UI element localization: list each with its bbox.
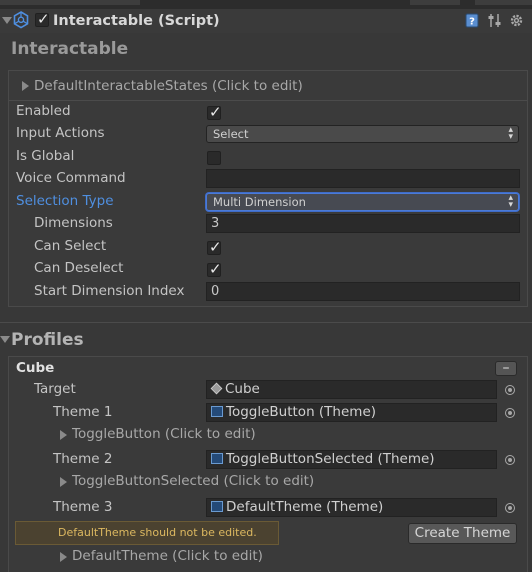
top-strip-segment	[0, 0, 140, 5]
start-dimension-input[interactable]: 0	[206, 282, 520, 301]
profiles-foldout-arrow-icon[interactable]	[0, 336, 10, 343]
object-picker-icon[interactable]	[505, 385, 515, 395]
top-strip-segment	[475, 0, 532, 5]
theme-1-value: ToggleButton (Theme)	[226, 404, 377, 420]
component-title: Interactable (Script)	[53, 13, 220, 29]
input-actions-dropdown[interactable]: Select ▴ ▾	[206, 125, 519, 143]
script-icon	[13, 11, 29, 29]
remove-profile-button[interactable]: –	[495, 361, 517, 376]
theme-3-foldout-arrow-icon[interactable]	[60, 552, 67, 562]
theme-asset-icon	[211, 453, 223, 464]
theme-warning-box: DefaultTheme should not be edited.	[15, 521, 279, 545]
theme-2-foldout[interactable]: ToggleButtonSelected (Click to edit)	[72, 472, 314, 490]
states-foldout-arrow-icon[interactable]	[22, 81, 29, 91]
object-picker-icon[interactable]	[505, 503, 515, 513]
enabled-label: Enabled	[16, 103, 71, 119]
top-strip	[0, 0, 532, 9]
theme-2-label: Theme 2	[53, 451, 113, 467]
settings-gear-icon[interactable]	[509, 13, 524, 28]
input-actions-label: Input Actions	[16, 125, 105, 141]
can-select-label: Can Select	[34, 238, 107, 254]
checkmark-icon: ✓	[37, 10, 50, 28]
theme-3-foldout[interactable]: DefaultTheme (Click to edit)	[72, 547, 263, 565]
dimensions-input[interactable]: 3	[206, 214, 520, 233]
theme-2-object-field[interactable]: ToggleButtonSelected (Theme)	[206, 450, 497, 469]
input-actions-value: Select	[213, 127, 249, 141]
start-dimension-label: Start Dimension Index	[34, 283, 185, 299]
voice-command-label: Voice Command	[16, 170, 126, 186]
voice-command-input[interactable]	[206, 169, 520, 188]
dropdown-arrows-icon: ▴ ▾	[508, 193, 513, 210]
component-header: ✓ Interactable (Script) ?	[0, 9, 532, 33]
divider	[9, 100, 527, 101]
can-deselect-checkbox[interactable]: ✓	[207, 260, 222, 278]
object-picker-icon[interactable]	[505, 455, 515, 465]
theme-3-label: Theme 3	[53, 499, 113, 515]
profile-name: Cube	[16, 360, 55, 376]
create-theme-button[interactable]: Create Theme	[408, 523, 517, 544]
theme-3-value: DefaultTheme (Theme)	[226, 499, 384, 515]
help-book-icon[interactable]: ?	[465, 13, 479, 28]
selection-type-label: Selection Type	[16, 193, 114, 209]
dropdown-arrows-icon: ▴ ▾	[508, 125, 513, 142]
theme-1-object-field[interactable]: ToggleButton (Theme)	[206, 403, 497, 422]
theme-asset-icon	[211, 406, 223, 417]
theme-2-foldout-arrow-icon[interactable]	[60, 477, 67, 487]
theme-asset-icon	[211, 501, 223, 512]
is-global-label: Is Global	[16, 148, 75, 164]
is-global-checkbox[interactable]	[207, 151, 221, 165]
checkmark-icon: ✓	[209, 238, 222, 256]
states-foldout-label[interactable]: DefaultInteractableStates (Click to edit…	[34, 77, 303, 95]
can-deselect-label: Can Deselect	[34, 260, 124, 276]
checkmark-icon: ✓	[209, 260, 222, 278]
divider	[0, 322, 532, 323]
theme-1-foldout-arrow-icon[interactable]	[60, 430, 67, 440]
selection-type-value: Multi Dimension	[213, 195, 306, 209]
theme-1-label: Theme 1	[53, 404, 113, 420]
profiles-title: Profiles	[11, 330, 84, 350]
cube-icon	[210, 382, 223, 395]
dimensions-label: Dimensions	[34, 215, 113, 231]
target-object-field[interactable]: Cube	[206, 380, 497, 399]
object-picker-icon[interactable]	[505, 408, 515, 418]
selection-type-dropdown[interactable]: Multi Dimension ▴ ▾	[206, 193, 519, 211]
preset-sliders-icon[interactable]	[487, 13, 502, 28]
section-title: Interactable	[11, 39, 129, 59]
theme-1-foldout[interactable]: ToggleButton (Click to edit)	[72, 425, 256, 443]
component-enabled-checkbox[interactable]: ✓	[35, 10, 50, 28]
target-value: Cube	[225, 381, 260, 397]
theme-2-value: ToggleButtonSelected (Theme)	[226, 451, 435, 467]
svg-text:?: ?	[469, 17, 475, 28]
target-label: Target	[34, 381, 76, 397]
checkmark-icon: ✓	[209, 103, 222, 121]
theme-3-object-field[interactable]: DefaultTheme (Theme)	[206, 498, 497, 517]
can-select-checkbox[interactable]: ✓	[207, 238, 222, 256]
top-strip-segment	[410, 0, 460, 5]
enabled-checkbox[interactable]: ✓	[207, 103, 222, 121]
component-foldout-arrow-icon[interactable]	[2, 17, 12, 24]
